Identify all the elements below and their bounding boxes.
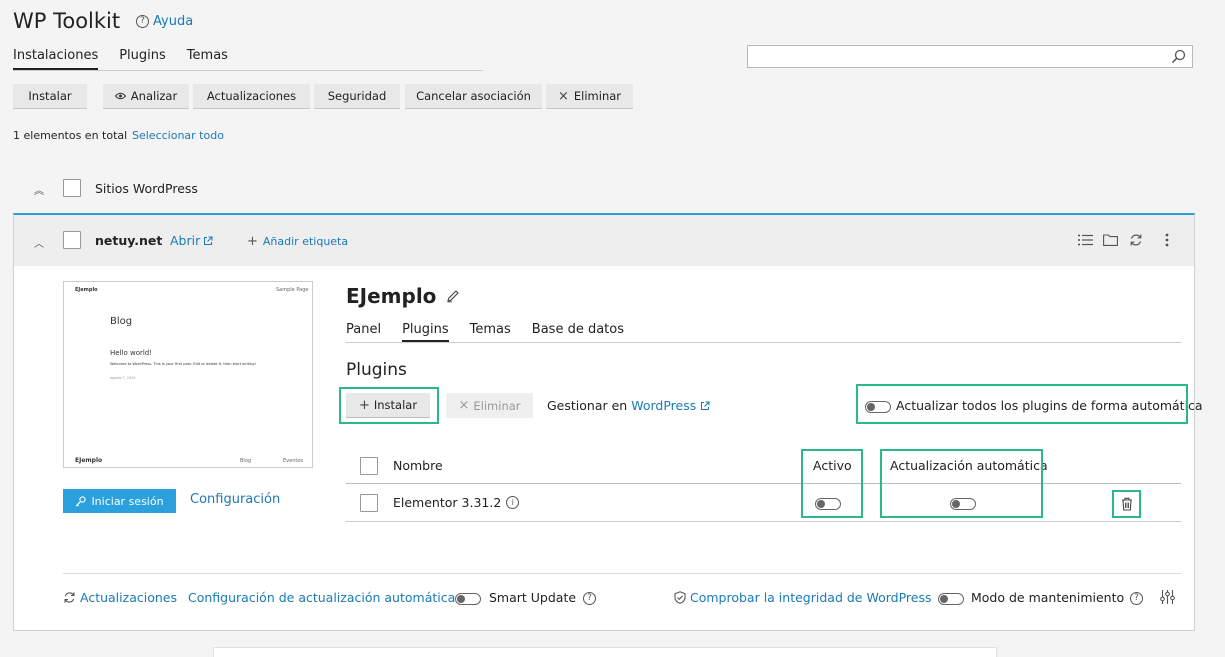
highlight-autoupdate-column	[880, 449, 1043, 518]
more-options-icon[interactable]	[1165, 233, 1169, 247]
close-icon: ×	[458, 398, 470, 413]
add-tag-link[interactable]: + Añadir etiqueta	[247, 234, 348, 249]
footer-updates-link[interactable]: Actualizaciones	[63, 590, 177, 605]
smart-update-help-icon[interactable]: ?	[583, 592, 596, 605]
install-button-label: Instalar	[28, 89, 72, 103]
remove-button[interactable]: × Eliminar	[546, 84, 633, 109]
edit-pencil-icon[interactable]	[446, 289, 460, 303]
help-link[interactable]: ? Ayuda	[136, 14, 193, 29]
folder-icon[interactable]	[1103, 234, 1118, 246]
preview-footer-events: Eventos	[283, 458, 303, 464]
plugins-heading: Plugins	[346, 360, 407, 380]
help-icon: ?	[136, 15, 149, 28]
refresh-icon[interactable]	[1129, 233, 1143, 247]
analyze-button-label: Analizar	[130, 89, 178, 103]
help-label: Ayuda	[153, 14, 194, 29]
site-name: EJemplo	[346, 284, 437, 308]
login-button-label: Iniciar sesión	[91, 494, 164, 508]
main-tabs: Instalaciones Plugins Temas	[13, 48, 483, 71]
autoupdate-config-link[interactable]: Configuración de actualización automátic…	[188, 590, 455, 605]
remove-button-label: Eliminar	[573, 89, 622, 103]
preview-footer-name: EJemplo	[75, 457, 103, 464]
remove-plugin-label: Eliminar	[473, 398, 521, 413]
refresh-icon	[64, 592, 75, 603]
updates-button-label: Actualizaciones	[206, 89, 297, 103]
site-screenshot[interactable]: EJemplo Sample Page Blog Hello world! We…	[63, 281, 313, 468]
footer-updates-label: Actualizaciones	[80, 590, 177, 605]
key-icon	[76, 495, 87, 506]
smart-update-toggle[interactable]	[455, 593, 481, 605]
site-domain: netuy.net	[95, 233, 163, 248]
highlight-autoupdate-all	[856, 384, 1188, 424]
preview-footer-blog: Blog	[240, 458, 252, 464]
collapse-site-icon[interactable]: ︿	[34, 235, 44, 250]
list-icon[interactable]	[1078, 234, 1093, 246]
preview-blog-title: Blog	[110, 316, 133, 327]
group-checkbox[interactable]	[63, 179, 81, 197]
collapse-group-icon[interactable]: ︽	[34, 182, 44, 197]
tab-site-themes[interactable]: Temas	[470, 322, 511, 342]
configuration-link[interactable]: Configuración	[190, 492, 280, 507]
search-icon[interactable]	[1171, 49, 1186, 64]
highlight-install	[339, 387, 439, 424]
tab-installations[interactable]: Instalaciones	[13, 48, 99, 70]
integrity-check-link[interactable]: Comprobar la integridad de WordPress	[674, 590, 931, 605]
search-input[interactable]	[747, 45, 1193, 68]
manage-wordpress: Gestionar en WordPress	[547, 398, 710, 413]
items-count: 1 elementos en total	[13, 129, 128, 142]
security-button-label: Seguridad	[327, 89, 387, 103]
analyze-button[interactable]: Analizar	[103, 84, 189, 109]
install-button[interactable]: Instalar	[13, 84, 87, 109]
tab-site-plugins[interactable]: Plugins	[402, 322, 449, 342]
close-icon: ×	[557, 88, 569, 104]
site-checkbox[interactable]	[63, 231, 81, 249]
remove-plugin-button[interactable]: × Eliminar	[446, 393, 533, 418]
preview-post-body: Welcome to WordPress. This is your first…	[110, 362, 256, 366]
smart-update-label: Smart Update	[489, 590, 577, 605]
open-site-label: Abrir	[170, 233, 201, 248]
info-icon[interactable]: i	[506, 496, 520, 509]
maintenance-toggle[interactable]	[938, 593, 964, 605]
plus-icon: +	[247, 234, 258, 249]
maintenance-help-icon[interactable]: ?	[1130, 592, 1143, 605]
shield-icon	[674, 591, 686, 604]
detach-button[interactable]: Cancelar asociación	[405, 84, 542, 109]
login-button[interactable]: Iniciar sesión	[63, 489, 176, 513]
preview-sample-page: Sample Page	[276, 287, 309, 293]
table-row: Elementor 3.31.2 i	[393, 495, 520, 510]
updates-button[interactable]: Actualizaciones	[193, 84, 310, 109]
external-link-icon	[701, 401, 710, 410]
table-header-divider	[346, 483, 1181, 484]
tab-plugins[interactable]: Plugins	[119, 48, 166, 70]
external-link-icon	[204, 236, 213, 245]
settings-sliders-icon[interactable]	[1160, 589, 1175, 605]
tab-panel[interactable]: Panel	[346, 322, 381, 342]
site-tabs: Panel Plugins Temas Base de datos	[346, 322, 1181, 343]
preview-post-title: Hello world!	[110, 349, 153, 357]
maintenance-label: Modo de mantenimiento	[971, 590, 1125, 605]
app-title: WP Toolkit	[13, 9, 121, 33]
footer-divider	[63, 573, 1181, 574]
table-row-divider	[346, 521, 1181, 522]
manage-prefix: Gestionar en	[547, 398, 628, 413]
eye-icon	[114, 92, 126, 100]
open-site-link[interactable]: Abrir	[170, 233, 213, 248]
plugin-row-checkbox[interactable]	[360, 494, 378, 512]
group-label: Sitios WordPress	[95, 181, 198, 196]
select-all-link[interactable]: Seleccionar todo	[132, 129, 224, 142]
highlight-trash	[1112, 490, 1141, 518]
security-button[interactable]: Seguridad	[314, 84, 400, 109]
highlight-active-column	[801, 449, 863, 518]
preview-post-date: agosto 7, 2025	[110, 376, 136, 380]
tab-database[interactable]: Base de datos	[532, 322, 624, 342]
detach-button-label: Cancelar asociación	[416, 89, 531, 103]
preview-site-name: EJemplo	[75, 287, 98, 293]
add-tag-label: Añadir etiqueta	[262, 235, 349, 248]
integrity-check-label: Comprobar la integridad de WordPress	[690, 590, 932, 605]
tab-themes[interactable]: Temas	[187, 48, 228, 70]
column-name: Nombre	[393, 458, 443, 473]
manage-wordpress-link[interactable]: WordPress	[631, 398, 696, 413]
plugin-name: Elementor 3.31.2	[393, 495, 502, 510]
select-all-plugins-checkbox[interactable]	[360, 457, 378, 475]
